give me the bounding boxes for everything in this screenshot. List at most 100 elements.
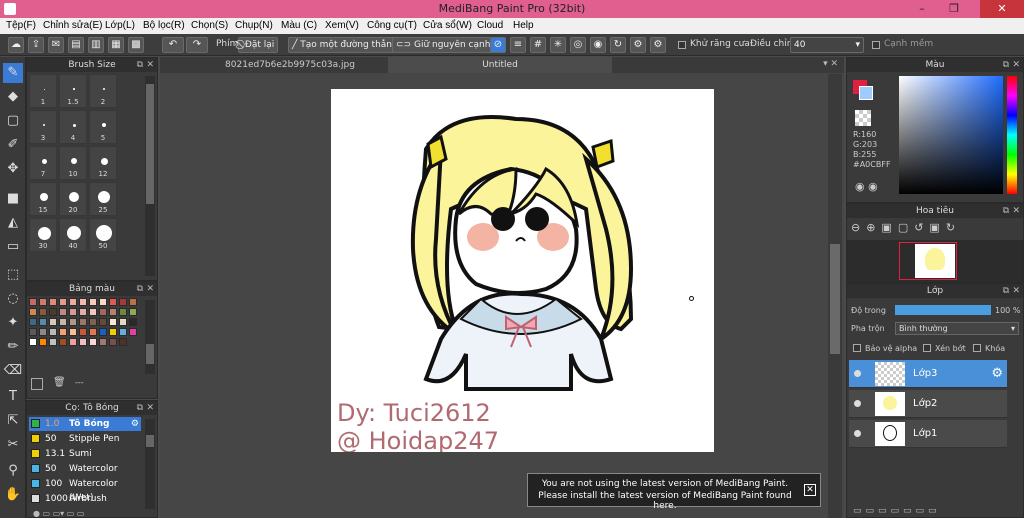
- palette-swatch[interactable]: [59, 298, 67, 306]
- share-icon[interactable]: ⇪: [28, 37, 44, 53]
- palette-swatch[interactable]: [89, 328, 97, 336]
- visibility-icon[interactable]: [854, 400, 861, 407]
- perspective-snap-icon[interactable]: ⚙: [630, 37, 646, 53]
- brush-list-item[interactable]: 50 Stipple Pen: [29, 432, 141, 446]
- reset-button[interactable]: ⃠ Đặt lại: [238, 37, 279, 53]
- redo-icon[interactable]: ↷: [186, 37, 208, 53]
- palette-swatch[interactable]: [119, 328, 127, 336]
- page-icon[interactable]: ▥: [88, 37, 104, 53]
- palette-swatch[interactable]: [39, 318, 47, 326]
- palette-swatch[interactable]: [69, 338, 77, 346]
- blend-select[interactable]: Bình thường ▾: [895, 322, 1019, 335]
- bucket-tool-icon[interactable]: ◭: [3, 213, 23, 233]
- hand-tool-icon[interactable]: ✋: [3, 485, 23, 505]
- palette-swatch[interactable]: [59, 328, 67, 336]
- palette-swatch[interactable]: [59, 318, 67, 326]
- palette-swatch[interactable]: [29, 318, 37, 326]
- adjust-select[interactable]: 40 ▾: [790, 37, 864, 53]
- panel-close-icon[interactable]: ✕: [146, 401, 154, 415]
- tab-untitled[interactable]: Untitled: [388, 57, 612, 73]
- magic-wand-icon[interactable]: ✦: [3, 313, 23, 333]
- navigator-controls[interactable]: ⊖⊕▣▢↺▣↻: [851, 221, 961, 234]
- palette-swatch[interactable]: [79, 298, 87, 306]
- panel-close-icon[interactable]: ✕: [146, 282, 154, 296]
- gradient-tool-icon[interactable]: ▭: [3, 237, 23, 257]
- palette-swatch[interactable]: [69, 318, 77, 326]
- popout-icon[interactable]: ⧉: [1003, 284, 1009, 298]
- brush-size-cell[interactable]: 12: [89, 146, 117, 180]
- palette-swatch[interactable]: [119, 318, 127, 326]
- palette-swatch[interactable]: [129, 318, 137, 326]
- panel-close-icon[interactable]: ✕: [1012, 58, 1020, 72]
- palette-swatch[interactable]: [49, 308, 57, 316]
- select-pen-icon[interactable]: ✏: [3, 337, 23, 357]
- brush-list-item[interactable]: 1000 Airbrush: [29, 492, 141, 506]
- rect-tool-icon[interactable]: ▢: [3, 111, 23, 131]
- menu-capture[interactable]: Chụp(N): [235, 20, 273, 31]
- concentric-snap-icon[interactable]: ◎: [570, 37, 586, 53]
- gear-icon[interactable]: ⚙: [991, 366, 1003, 381]
- palette-swatch[interactable]: [79, 318, 87, 326]
- circle-snap-icon[interactable]: ◉: [590, 37, 606, 53]
- brush-list-actions[interactable]: ● ▭ ▭▾ ▭ ▭: [33, 509, 133, 518]
- brush-size-scrollbar[interactable]: [145, 76, 155, 276]
- palette-swatch[interactable]: [39, 308, 47, 316]
- dotted-line-icon[interactable]: ✐: [3, 135, 23, 155]
- new-swatch-icon[interactable]: [31, 378, 43, 390]
- snap-off-icon[interactable]: ⊘: [490, 37, 506, 53]
- eyedropper-icon[interactable]: ⚲: [3, 461, 23, 481]
- straight-line-button[interactable]: ╱ Tạo một đường thẳng: [288, 37, 402, 53]
- hue-slider[interactable]: [1007, 76, 1017, 194]
- brush-list-item[interactable]: 100 Watercolor (Wet): [29, 477, 141, 503]
- eraser-tool-icon[interactable]: ◆: [3, 87, 23, 107]
- grid-doc-icon[interactable]: ▦: [108, 37, 124, 53]
- palette-swatch[interactable]: [29, 328, 37, 336]
- grid-snap-icon[interactable]: #: [530, 37, 546, 53]
- palette-swatch[interactable]: [99, 338, 107, 346]
- popout-icon[interactable]: ⧉: [137, 58, 143, 72]
- palette-swatch[interactable]: [39, 338, 47, 346]
- select-eraser-icon[interactable]: ⌫: [3, 361, 23, 381]
- brush-size-cell[interactable]: 30: [29, 218, 57, 252]
- panel-close-icon[interactable]: ✕: [1012, 204, 1020, 218]
- palette-swatch[interactable]: [129, 298, 137, 306]
- palette-swatch[interactable]: [59, 308, 67, 316]
- drawing-canvas[interactable]: Dy: Tuci2612 @ Hoidap247: [331, 89, 714, 455]
- transparent-swatch[interactable]: [855, 110, 871, 126]
- protect-alpha-checkbox[interactable]: [853, 344, 861, 352]
- palette-swatch[interactable]: [99, 308, 107, 316]
- color-wheel-icon[interactable]: ◉ ◉: [855, 180, 878, 193]
- palette-swatch[interactable]: [119, 308, 127, 316]
- layer-row[interactable]: Lớp2: [849, 390, 1007, 418]
- brush-size-cell[interactable]: 40: [59, 218, 87, 252]
- visibility-icon[interactable]: [854, 370, 861, 377]
- layer-actions[interactable]: ▭▭▭▭▭▭▭: [853, 506, 941, 516]
- palette-swatch[interactable]: [79, 308, 87, 316]
- minimize-button[interactable]: –: [908, 0, 936, 18]
- palette-swatch[interactable]: [49, 318, 57, 326]
- close-button[interactable]: ✕: [980, 0, 1024, 18]
- undo-icon[interactable]: ↶: [162, 37, 184, 53]
- brush-tool-icon[interactable]: ✎: [3, 63, 23, 83]
- popout-icon[interactable]: ⧉: [137, 401, 143, 415]
- palette-swatch[interactable]: [79, 328, 87, 336]
- palette-swatch[interactable]: [79, 338, 87, 346]
- visibility-icon[interactable]: [854, 430, 861, 437]
- brush-size-cell[interactable]: 5: [89, 110, 117, 144]
- layer-row[interactable]: Lớp1: [849, 420, 1007, 448]
- palette-swatch[interactable]: [49, 338, 57, 346]
- gear-icon[interactable]: ⚙: [131, 417, 139, 431]
- palette-swatch[interactable]: [119, 298, 127, 306]
- parallel-snap-icon[interactable]: ≡: [510, 37, 526, 53]
- menu-edit[interactable]: Chỉnh sửa(E): [43, 20, 103, 31]
- navigator-preview[interactable]: [847, 240, 1023, 282]
- panel-close-icon[interactable]: ✕: [146, 58, 154, 72]
- palette-swatch[interactable]: [39, 328, 47, 336]
- palette-swatch[interactable]: [89, 308, 97, 316]
- palette-swatch[interactable]: [129, 328, 137, 336]
- menu-cloud[interactable]: Cloud: [477, 20, 503, 31]
- palette-swatch[interactable]: [109, 338, 117, 346]
- brush-size-cell[interactable]: 4: [59, 110, 87, 144]
- brush-size-cell[interactable]: 2: [89, 74, 117, 108]
- curve-snap-icon[interactable]: ↻: [610, 37, 626, 53]
